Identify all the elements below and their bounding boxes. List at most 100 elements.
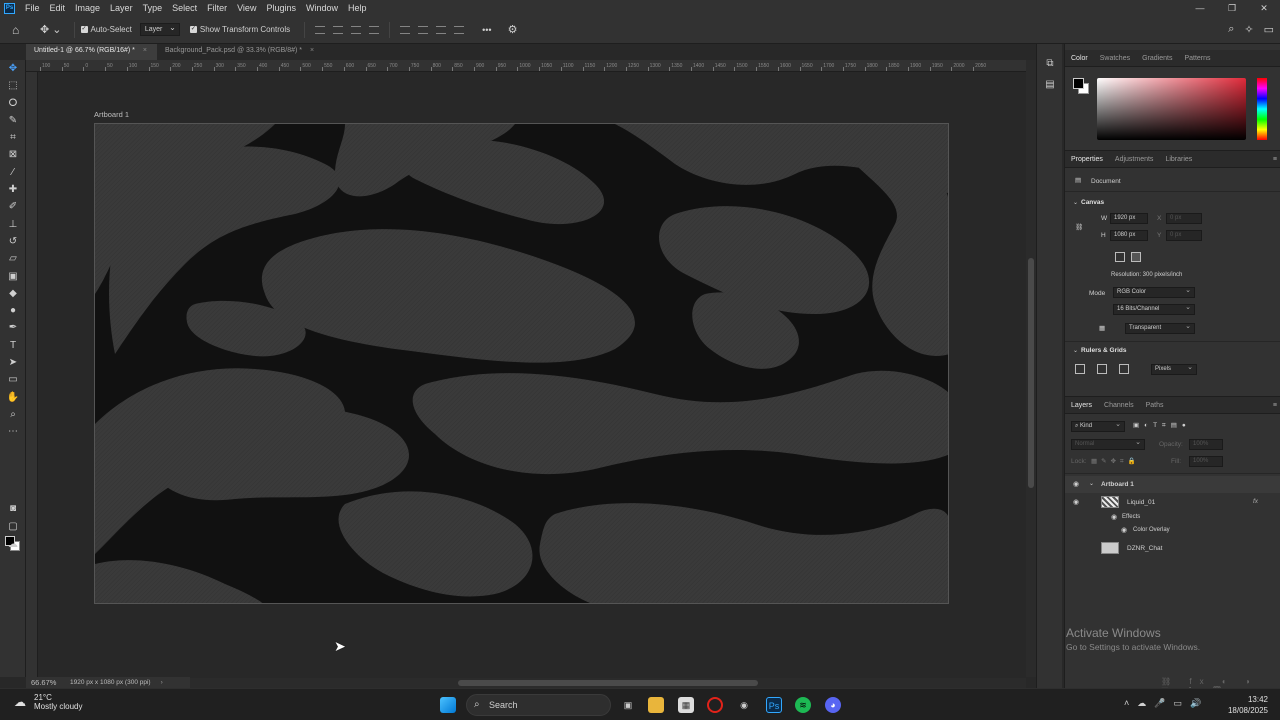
- artboard-canvas[interactable]: [94, 123, 949, 604]
- hand-icon[interactable]: ✋: [0, 389, 26, 406]
- opacity-field[interactable]: 100%: [1189, 439, 1223, 450]
- distribute-vertical-icon[interactable]: [454, 25, 465, 34]
- weather-widget[interactable]: ☁ 21°C Mostly cloudy: [14, 693, 82, 711]
- microphone-icon[interactable]: 🎤: [1154, 698, 1165, 709]
- grid-toggle-icon[interactable]: [1097, 364, 1107, 374]
- menu-layer[interactable]: Layer: [105, 3, 138, 13]
- status-arrow-icon[interactable]: ›: [161, 679, 163, 686]
- link-icon[interactable]: ⛓: [1075, 223, 1083, 231]
- layer-row-effects[interactable]: ◉ Effects: [1065, 511, 1280, 524]
- fx-badge[interactable]: fx: [1253, 498, 1258, 505]
- settings-gear-icon[interactable]: ⚙: [508, 23, 518, 36]
- layer-row-liquid[interactable]: ◉ Liquid_01 fx: [1065, 493, 1280, 511]
- zoom-level[interactable]: 66.67%: [26, 678, 70, 687]
- close-tab-icon[interactable]: ×: [143, 47, 147, 54]
- menu-file[interactable]: File: [20, 3, 45, 13]
- healing-icon[interactable]: ✚: [0, 181, 26, 198]
- menu-filter[interactable]: Filter: [202, 3, 232, 13]
- tab-patterns[interactable]: Patterns: [1178, 55, 1216, 62]
- align-right-icon[interactable]: [351, 25, 362, 34]
- move-icon[interactable]: ✥: [0, 60, 26, 77]
- edit-toolbar-icon[interactable]: ☁: [0, 536, 26, 553]
- stamp-icon[interactable]: ⊥: [0, 216, 26, 233]
- visibility-eye-icon[interactable]: ◉: [1111, 513, 1117, 521]
- more-options-button[interactable]: •••: [482, 25, 491, 35]
- tab-untitled-1[interactable]: Untitled-1 @ 66.7% (RGB/16#) * ×: [26, 44, 157, 60]
- visibility-eye-icon[interactable]: ◉: [1121, 526, 1127, 534]
- screen-mode-icon[interactable]: ▢: [0, 518, 26, 535]
- eyedropper-icon[interactable]: ⁄: [0, 164, 26, 181]
- visibility-eye-icon[interactable]: ◉: [1073, 480, 1079, 488]
- restore-button[interactable]: ❐: [1216, 3, 1248, 14]
- ruler-toggle-icon[interactable]: [1075, 364, 1085, 374]
- search-icon[interactable]: ⌕: [1228, 23, 1234, 36]
- lock-icons[interactable]: ▦✎✥⌗🔒: [1091, 457, 1140, 466]
- align-top-icon[interactable]: [400, 25, 411, 34]
- dodge-icon[interactable]: ●: [0, 302, 26, 319]
- chrome-icon[interactable]: ◉: [736, 697, 752, 713]
- vertical-scrollbar[interactable]: [1026, 60, 1036, 677]
- close-tab-icon[interactable]: ×: [310, 47, 314, 54]
- expand-chevron-icon[interactable]: ⌄: [1089, 480, 1094, 487]
- x-field[interactable]: 0 px: [1166, 213, 1202, 224]
- tab-layers[interactable]: Layers: [1065, 402, 1098, 409]
- opera-browser-icon[interactable]: [707, 697, 723, 713]
- menu-window[interactable]: Window: [301, 3, 343, 13]
- volume-icon[interactable]: 🔊: [1190, 698, 1201, 709]
- frame-icon[interactable]: ⊠: [0, 146, 26, 163]
- bit-depth-dropdown[interactable]: 16 Bits/Channel: [1113, 303, 1195, 315]
- eraser-icon[interactable]: ▱: [0, 250, 26, 267]
- visibility-toggle-empty[interactable]: ·: [1073, 544, 1075, 551]
- tab-libraries[interactable]: Libraries: [1159, 156, 1198, 163]
- fg-bg-color-selector[interactable]: [1073, 78, 1089, 94]
- menu-edit[interactable]: Edit: [45, 3, 71, 13]
- menu-plugins[interactable]: Plugins: [261, 3, 301, 13]
- menu-select[interactable]: Select: [167, 3, 202, 13]
- tab-adjustments[interactable]: Adjustments: [1109, 156, 1160, 163]
- discord-icon[interactable]: ◕: [825, 697, 841, 713]
- home-icon[interactable]: ⌂: [12, 24, 26, 36]
- history-panel-icon[interactable]: ⧉: [1037, 58, 1063, 69]
- network-icon[interactable]: ▭: [1173, 698, 1182, 709]
- mode-dropdown[interactable]: RGB Color: [1113, 286, 1195, 298]
- workspace-icon[interactable]: ▭: [1264, 23, 1274, 36]
- blur-icon[interactable]: ◆: [0, 285, 26, 302]
- portrait-orientation-icon[interactable]: [1115, 252, 1125, 262]
- type-icon[interactable]: T: [0, 337, 26, 354]
- auto-select-checkbox[interactable]: ✓ Auto-Select: [80, 25, 132, 34]
- quick-mask-icon[interactable]: ◙: [0, 500, 26, 517]
- align-left-icon[interactable]: [315, 25, 326, 34]
- marquee-icon[interactable]: ⬚: [0, 77, 26, 94]
- guides-toggle-icon[interactable]: [1119, 364, 1129, 374]
- file-explorer-icon[interactable]: [648, 697, 664, 713]
- fill-field[interactable]: 100%: [1189, 456, 1223, 467]
- align-center-icon[interactable]: [333, 25, 344, 34]
- layer-row-dznr-chat[interactable]: · DZNR_Chat: [1065, 539, 1280, 557]
- show-hidden-icons-icon[interactable]: ˄: [1124, 698, 1129, 709]
- foreground-color-swatch[interactable]: [1073, 78, 1084, 89]
- tab-channels[interactable]: Channels: [1098, 402, 1140, 409]
- align-bottom-icon[interactable]: [436, 25, 447, 34]
- history-brush-icon[interactable]: ↺: [0, 233, 26, 250]
- width-field[interactable]: 1920 px: [1110, 213, 1148, 224]
- onedrive-icon[interactable]: ☁: [1137, 698, 1146, 709]
- menu-type[interactable]: Type: [138, 3, 168, 13]
- pen-icon[interactable]: ✒: [0, 319, 26, 336]
- brush-icon[interactable]: ✐: [0, 198, 26, 215]
- layer-filter-icons[interactable]: ▣◐T⌗▤●: [1133, 421, 1191, 430]
- move-tool-preset-icon[interactable]: ✥ ⌄: [40, 23, 62, 36]
- panel-menu-icon[interactable]: ≡: [1267, 402, 1280, 409]
- landscape-orientation-icon[interactable]: [1131, 252, 1141, 262]
- clock[interactable]: 13:42 18/08/2025: [1228, 694, 1268, 716]
- collapse-chevron-icon[interactable]: ⌄: [1073, 199, 1078, 206]
- units-dropdown[interactable]: Pixels: [1151, 363, 1197, 375]
- horizontal-ruler[interactable]: 100 50 0 50 100 150 200 250 300 350 400 450 500 550 60…: [26, 60, 1026, 72]
- gradient-icon[interactable]: ▣: [0, 268, 26, 285]
- blend-mode-dropdown[interactable]: Normal: [1071, 438, 1145, 450]
- panel-menu-icon[interactable]: ≡: [1267, 156, 1280, 163]
- tab-properties[interactable]: Properties: [1065, 156, 1109, 163]
- hue-slider[interactable]: [1257, 78, 1267, 140]
- height-field[interactable]: 1080 px: [1110, 230, 1148, 241]
- y-field[interactable]: 0 px: [1166, 230, 1202, 241]
- fill-dropdown[interactable]: Transparent: [1125, 322, 1195, 334]
